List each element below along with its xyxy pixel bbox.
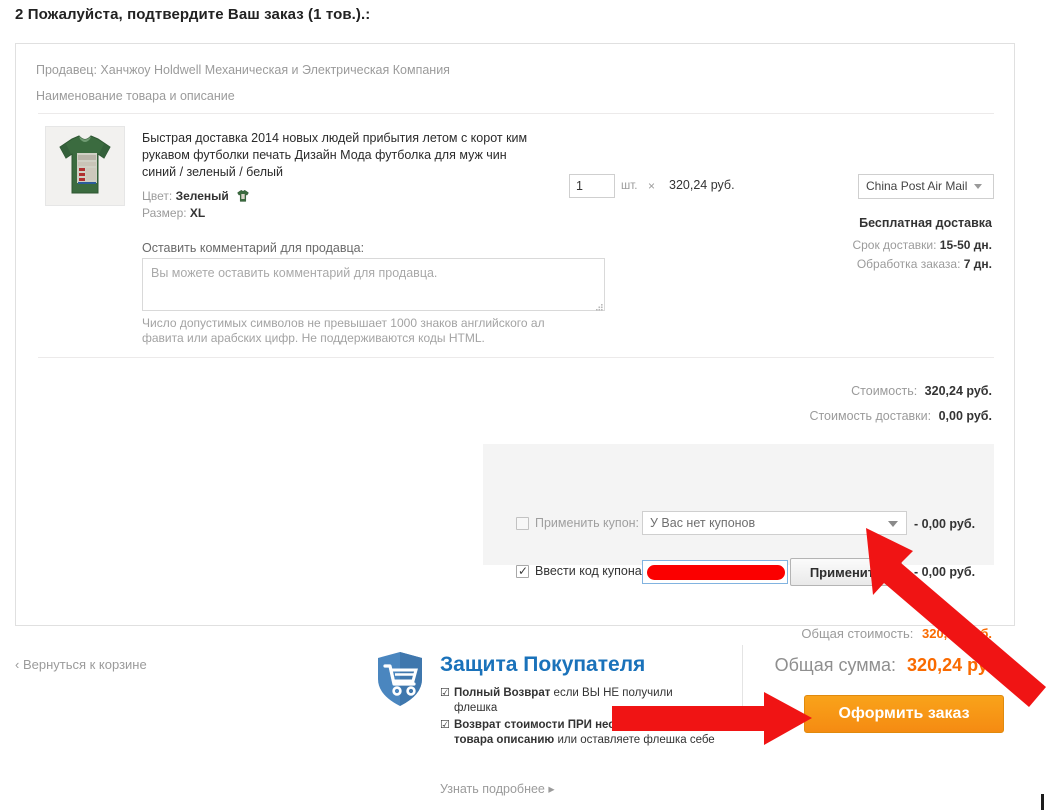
- coupon-select[interactable]: У Вас нет купонов: [642, 511, 907, 535]
- footer-total-label: Общая сумма:: [774, 655, 897, 675]
- subtotal-label: Стоимость:: [851, 384, 918, 398]
- quantity-input[interactable]: [569, 174, 615, 198]
- learn-more-link[interactable]: Узнать подробнее ▸: [440, 781, 555, 796]
- free-shipping-label: Бесплатная доставка: [859, 216, 992, 230]
- enter-coupon-code-checkbox[interactable]: ✓: [516, 565, 529, 578]
- list-item: ☑ Полный Возврат если ВЫ НЕ получили фле…: [440, 686, 715, 716]
- attribute-size: Размер: XL: [142, 205, 250, 222]
- delivery-time-row: Срок доставки: 15-50 дн.: [852, 238, 992, 252]
- checkbox-checked-icon: ☑: [440, 719, 450, 731]
- buyer-protection-title: Защита Покупателя: [440, 653, 646, 676]
- attribute-size-label: Размер:: [142, 206, 187, 220]
- divider-top: [38, 113, 994, 114]
- processing-time-row: Обработка заказа: 7 дн.: [857, 257, 992, 271]
- chevron-down-icon[interactable]: [974, 184, 982, 189]
- coupon-discount-amount: - 0,00 руб.: [914, 517, 976, 531]
- list-item: ☑ Возврат стоимости ПРИ несоответствии т…: [440, 718, 715, 748]
- list-item-strong: Полный Возврат: [454, 687, 551, 699]
- divider-middle: [38, 357, 994, 358]
- tshirt-swatch-icon: [236, 189, 250, 203]
- footer-divider: [742, 645, 743, 708]
- checkbox-checked-icon: ☑: [440, 687, 450, 699]
- shipping-cost-label: Стоимость доставки:: [809, 409, 932, 423]
- delivery-time-value: 15-50 дн.: [939, 238, 992, 252]
- delivery-time-label: Срок доставки:: [852, 238, 937, 252]
- buyer-protection-list: ☑ Полный Возврат если ВЫ НЕ получили фле…: [440, 686, 715, 750]
- footer-total-value: 320,24 руб.: [907, 655, 1004, 675]
- seller-comment-hint: Число допустимых символов не превышает 1…: [142, 316, 545, 345]
- coupon-code-discount-amount: - 0,00 руб.: [914, 565, 976, 579]
- goods-column-header: Наименование товара и описание: [36, 89, 235, 103]
- coupon-panel: [483, 444, 994, 565]
- attribute-color: Цвет: Зеленый: [142, 188, 250, 205]
- product-attributes: Цвет: Зеленый Размер: XL: [142, 188, 250, 222]
- quantity-unit-label: шт.: [621, 180, 638, 192]
- unit-price: 320,24 руб.: [669, 178, 735, 192]
- seller-comment-label: Оставить комментарий для продавца:: [142, 241, 365, 255]
- attribute-color-value: Зеленый: [175, 189, 229, 203]
- order-grand-total-label: Общая стоимость:: [801, 626, 914, 641]
- subtotal-row: Стоимость: 320,24 руб.: [851, 384, 992, 398]
- tshirt-green-icon: [46, 127, 124, 205]
- product-title[interactable]: Быстрая доставка 2014 новых людей прибыт…: [142, 130, 532, 181]
- seller-line: Продавец: Ханчжоу Holdwell Механическая …: [36, 63, 450, 77]
- processing-time-value: 7 дн.: [963, 257, 992, 271]
- chevron-down-icon[interactable]: [888, 521, 898, 527]
- order-grand-total-row: Общая стоимость: 320,24 руб.: [801, 626, 992, 641]
- place-order-button[interactable]: Оформить заказ: [804, 695, 1004, 733]
- enter-coupon-code-label: Ввести код купона:: [535, 564, 646, 578]
- checkout-page: 2 Пожалуйста, подтвердите Ваш заказ (1 т…: [0, 0, 1046, 812]
- multiply-sign: ×: [648, 179, 656, 193]
- page-title: 2 Пожалуйста, подтвердите Ваш заказ (1 т…: [15, 6, 371, 23]
- shipping-cost-value: 0,00 руб.: [938, 409, 992, 423]
- processing-time-label: Обработка заказа:: [856, 257, 961, 271]
- product-thumbnail[interactable]: [45, 126, 125, 206]
- shipping-cost-row: Стоимость доставки: 0,00 руб.: [809, 409, 992, 423]
- apply-coupon-label: Применить купон:: [535, 516, 640, 530]
- attribute-color-label: Цвет:: [142, 189, 173, 203]
- subtotal-value: 320,24 руб.: [924, 384, 992, 398]
- footer-total-row: Общая сумма: 320,24 руб.: [775, 655, 1004, 676]
- order-card: Продавец: Ханчжоу Holdwell Механическая …: [15, 43, 1015, 641]
- apply-coupon-button[interactable]: Применить: [790, 558, 902, 586]
- redaction-bar: [647, 565, 785, 580]
- coupon-code-input[interactable]: [642, 560, 788, 584]
- shield-cart-icon: [376, 651, 424, 707]
- order-grand-total-value: 320,24 руб.: [921, 626, 992, 641]
- list-item-rest: или оставляете флешка себе: [554, 734, 715, 746]
- attribute-size-value: XL: [189, 206, 206, 220]
- back-to-cart-link[interactable]: ‹ Вернуться к корзине: [15, 657, 147, 672]
- page-edge-marker: [1041, 794, 1044, 810]
- apply-coupon-checkbox[interactable]: [516, 517, 529, 530]
- seller-comment-input[interactable]: [142, 258, 605, 311]
- checkmark-icon: ✓: [518, 564, 529, 578]
